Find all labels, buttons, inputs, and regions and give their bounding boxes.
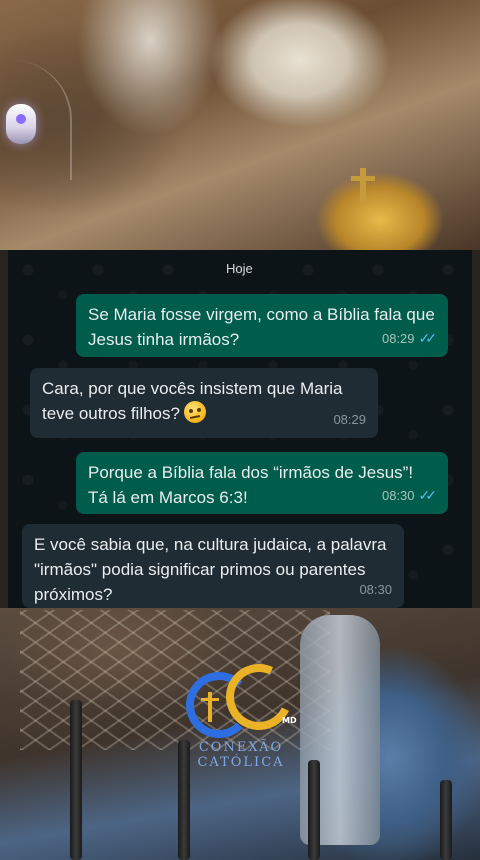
message-time: 08:30: [359, 582, 392, 597]
date-divider: Hoje: [226, 261, 253, 276]
logo-cross-icon: [201, 692, 219, 722]
logo-text: CONEXÃO CATÓLICA: [186, 740, 296, 770]
message-meta: 08:29: [333, 407, 366, 432]
message-incoming[interactable]: Cara, por que vocês insistem que Maria t…: [30, 368, 378, 438]
logo-badge: MD: [282, 716, 297, 725]
message-incoming[interactable]: E você sabia que, na cultura judaica, a …: [22, 524, 404, 608]
message-text: Porque a Bíblia fala dos “irmãos de Jesu…: [88, 463, 414, 507]
railing-post: [308, 760, 320, 860]
railing-post: [70, 700, 82, 860]
cross-icon: [351, 168, 375, 204]
message-meta: 08:30: [359, 577, 392, 602]
railing-post: [440, 780, 452, 860]
lamp-icon: [6, 104, 36, 144]
message-meta: 08:29 ✓✓: [381, 326, 438, 351]
message-time: 08:30: [381, 488, 415, 503]
background-photo-top: [0, 0, 480, 250]
double-check-icon: ✓✓: [418, 330, 438, 346]
double-check-icon: ✓✓: [418, 487, 438, 503]
raised-eyebrow-emoji-icon: [183, 401, 206, 423]
message-meta: 08:30 ✓✓: [381, 483, 438, 508]
message-time: 08:29: [381, 331, 415, 346]
message-time: 08:29: [333, 412, 366, 427]
message-text: E você sabia que, na cultura judaica, a …: [34, 535, 387, 604]
logo-line-2: CATÓLICA: [197, 755, 285, 770]
message-outgoing[interactable]: Se Maria fosse virgem, como a Bíblia fal…: [76, 294, 448, 357]
message-outgoing[interactable]: Porque a Bíblia fala dos “irmãos de Jesu…: [76, 452, 448, 514]
chat-panel: Hoje Se Maria fosse virgem, como a Bíbli…: [8, 250, 472, 608]
logo-line-1: CONEXÃO: [198, 740, 284, 755]
conexao-catolica-logo: MD CONEXÃO CATÓLICA: [186, 654, 302, 774]
